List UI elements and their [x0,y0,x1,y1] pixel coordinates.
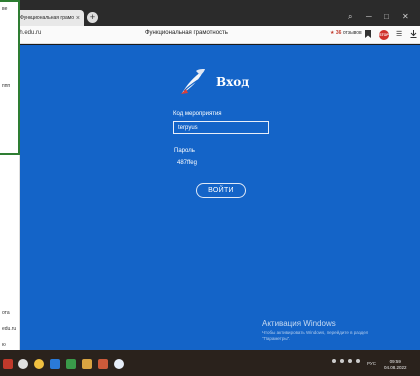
file-explorer-icon[interactable] [82,359,92,369]
bookmark-icon[interactable] [365,30,371,40]
start-app-icon[interactable] [3,359,13,369]
panel-text-bottom-3: ю [2,342,6,348]
browser-app-icon[interactable] [18,359,28,369]
taskbar-clock[interactable]: 09:59 04.08.2022 [384,359,407,371]
tab-title: Функциональная грамотность [20,15,74,21]
menu-icon[interactable]: ☰ [396,30,402,38]
search-icon[interactable]: ⌕ [348,12,352,22]
panel-text-top: ве [2,6,8,12]
windows-taskbar: РУС 09:59 04.08.2022 [0,350,420,376]
clock-date: 04.08.2022 [384,365,407,370]
login-submit-button[interactable]: ВОЙТИ [196,183,246,198]
maximize-icon[interactable]: □ [384,12,389,21]
stop-extension-icon[interactable]: STOP [379,30,389,40]
activation-title: Активация Windows [262,319,336,328]
minimize-icon[interactable]: ─ [366,12,372,21]
left-side-panel: ве ппп ота edu.ru ю [0,0,20,350]
panel-text-mid: ппп [2,83,11,89]
chrome-icon[interactable] [114,359,124,369]
close-window-icon[interactable]: ✕ [402,12,409,21]
login-page: Вход Код мероприятия terpyus Пароль 487f… [20,45,420,350]
panel-text-bottom-2[interactable]: edu.ru [2,326,19,332]
page-title: Функциональная грамотность [145,30,228,36]
password-label: Пароль [174,148,195,154]
reviews-label: отзывов [342,30,362,36]
login-heading: Вход [216,75,250,89]
tab-close-icon[interactable]: × [76,15,80,22]
selection-frame [0,0,20,155]
activation-subtitle: Чтобы активировать Windows, перейдите в … [262,330,369,341]
event-code-input[interactable]: terpyus [173,121,269,134]
powerpoint-icon[interactable] [98,359,108,369]
password-input[interactable]: 487ffeg [177,160,197,166]
reviews-count: ★ 36 [330,30,342,36]
reviews-link[interactable]: ★ 36 отзывов [330,30,362,36]
windows-activation-watermark: Активация Windows Чтобы активировать Win… [262,319,397,342]
word-icon[interactable] [50,359,60,369]
address-bar: g.resh.edu.ru Функциональная грамотность… [0,26,420,44]
yandex-browser-icon[interactable] [34,359,44,369]
language-indicator[interactable]: РУС [367,361,376,366]
new-tab-button[interactable]: + [87,12,98,23]
browser-tab-bar: Функциональная грамотность × + ⌕ ─ □ ✕ [0,0,420,26]
rocket-logo-icon [178,67,208,97]
download-icon[interactable] [410,30,417,40]
excel-icon[interactable] [66,359,76,369]
panel-text-bottom-1: ота [2,310,10,316]
event-code-label: Код мероприятия [173,111,222,117]
